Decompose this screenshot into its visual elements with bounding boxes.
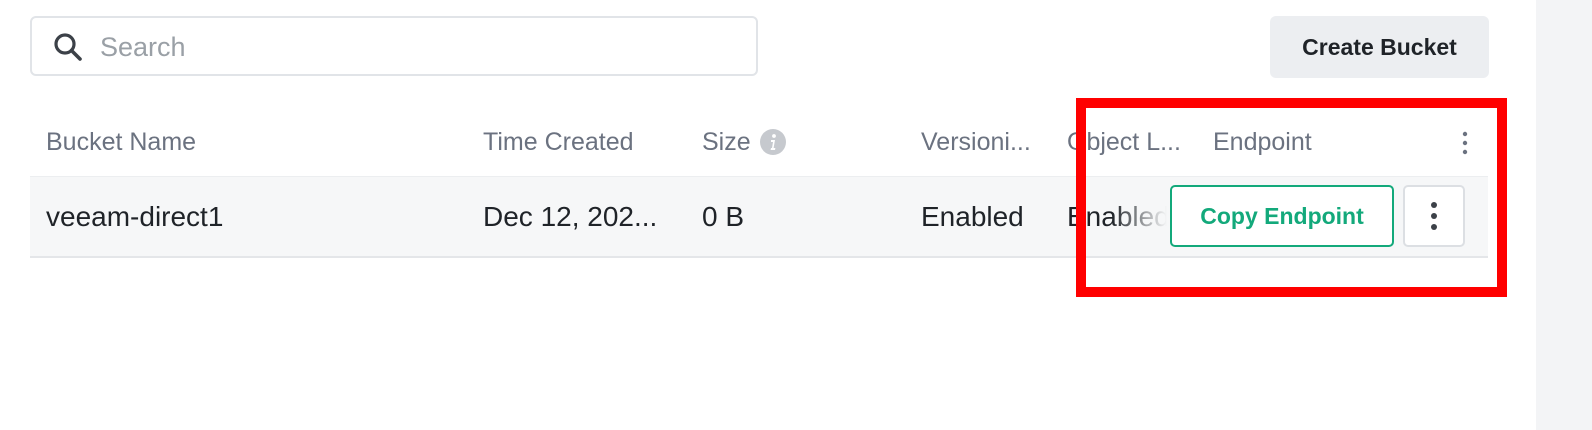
kebab-menu-icon	[1431, 202, 1437, 230]
cell-size: 0 B	[702, 201, 745, 232]
copy-endpoint-button[interactable]: Copy Endpoint	[1170, 185, 1394, 247]
search-box[interactable]	[30, 16, 758, 76]
column-menu-icon[interactable]	[1455, 130, 1475, 156]
info-icon[interactable]	[759, 128, 787, 156]
right-scroll-gutter	[1536, 0, 1592, 430]
column-header-time-created[interactable]: Time Created	[483, 126, 634, 158]
create-bucket-button[interactable]: Create Bucket	[1270, 16, 1489, 78]
cell-versioning: Enabled	[921, 201, 1024, 232]
column-header-versioning[interactable]: Versioni...	[921, 126, 1031, 158]
search-icon	[54, 33, 82, 61]
search-input[interactable]	[98, 26, 742, 68]
column-header-size[interactable]: Size	[702, 126, 751, 158]
column-header-endpoint[interactable]: Endpoint	[1213, 126, 1312, 158]
cell-time-created: Dec 12, 202...	[483, 201, 658, 232]
cell-bucket-name[interactable]: veeam-direct1	[46, 199, 223, 235]
column-header-bucket-name[interactable]: Bucket Name	[46, 126, 196, 158]
column-header-object-lock[interactable]: Object L...	[1067, 126, 1181, 158]
row-actions-menu-button[interactable]	[1403, 185, 1465, 247]
cell-object-lock: Enabled	[1067, 201, 1167, 232]
